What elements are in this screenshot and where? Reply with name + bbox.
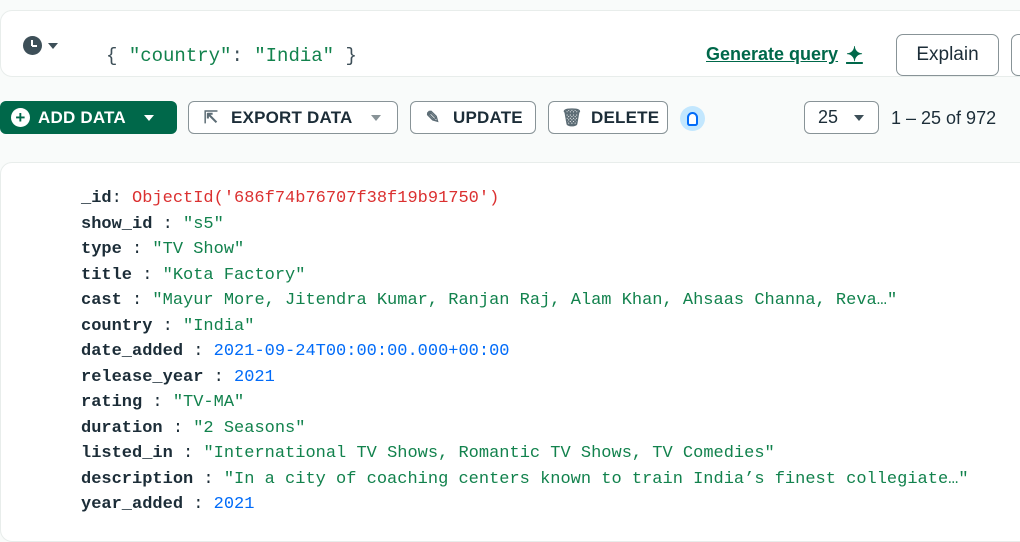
field-key: title — [81, 265, 133, 285]
field-key: duration — [81, 418, 163, 438]
field-separator: : — [152, 214, 184, 234]
query-bar: { "country": "India" } Generate query ✦ … — [0, 10, 1020, 77]
filter-key: "country" — [128, 45, 232, 67]
update-button[interactable]: ✎ UPDATE — [410, 101, 536, 134]
filter-close-brace: } — [334, 45, 357, 67]
filter-colon: : — [231, 45, 255, 67]
clock-icon — [23, 36, 42, 55]
filter-input[interactable]: { "country": "India" } — [106, 45, 357, 67]
export-data-label: EXPORT DATA — [231, 107, 353, 127]
field-key: cast — [81, 291, 122, 310]
field-key: release_year — [81, 367, 204, 387]
field-value: 2021-09-24T00:00:00.000+00:00 — [213, 342, 510, 361]
document-fields: _id: ObjectId('686f74b76707f38f19b91750'… — [81, 189, 969, 521]
field-value: "Kota Factory" — [162, 265, 306, 285]
export-data-button[interactable]: ⇱ EXPORT DATA — [188, 101, 398, 134]
field-separator: : — [121, 240, 153, 259]
field-separator: : — [132, 265, 163, 285]
pencil-icon: ✎ — [425, 107, 441, 127]
explain-label: Explain — [916, 44, 979, 65]
field-separator: : — [203, 367, 235, 387]
query-history-button[interactable] — [23, 36, 58, 55]
field-value: "2 Seasons" — [193, 418, 306, 438]
field-value: 2021 — [234, 367, 275, 387]
add-data-label: ADD DATA — [38, 107, 126, 127]
field-key: date_added — [81, 342, 184, 361]
field-value: "In a city of coaching centers known to … — [223, 469, 969, 489]
field-key: show_id — [81, 214, 153, 234]
update-label: UPDATE — [453, 107, 523, 127]
filter-open-brace: { — [106, 45, 129, 67]
document-field[interactable]: listed_in : "International TV Shows, Rom… — [81, 444, 969, 470]
field-separator: : — [121, 291, 153, 310]
field-value: ObjectId('686f74b76707f38f19b91750') — [132, 189, 500, 208]
document-field[interactable]: country : "India" — [81, 317, 969, 343]
add-data-button[interactable]: + ADD DATA — [0, 101, 177, 134]
field-key: _id — [81, 189, 112, 208]
document-field[interactable]: date_added : 2021-09-24T00:00:00.000+00:… — [81, 342, 969, 368]
field-separator: : — [172, 444, 204, 463]
delete-label: DELETE — [591, 107, 660, 127]
sparkle-icon: ✦ — [846, 43, 863, 66]
document-field[interactable]: description : "In a city of coaching cen… — [81, 470, 969, 496]
field-key: type — [81, 240, 122, 259]
field-key: country — [81, 316, 153, 336]
field-value: "International TV Shows, Romantic TV Sho… — [203, 444, 775, 463]
document-field[interactable]: release_year : 2021 — [81, 368, 969, 394]
field-key: rating — [81, 393, 143, 412]
field-separator: : — [193, 469, 224, 489]
export-icon: ⇱ — [203, 107, 219, 127]
document-field[interactable]: show_id : "s5" — [81, 215, 969, 241]
generate-query-label: Generate query — [706, 44, 839, 64]
field-value: "TV Show" — [152, 240, 245, 259]
field-value: "s5" — [183, 214, 224, 234]
trash-icon: 🗑 — [561, 107, 583, 127]
plus-circle-icon: + — [11, 108, 30, 127]
page-size-select[interactable]: 25 — [804, 101, 879, 134]
page-size-value: 25 — [818, 107, 839, 127]
field-separator: : — [111, 189, 133, 208]
pagination-range: 1 – 25 of 972 — [891, 108, 997, 128]
filter-value: "India" — [254, 45, 335, 67]
chevron-down-icon — [854, 114, 865, 121]
field-value: "India" — [183, 316, 255, 336]
field-separator: : — [142, 393, 173, 412]
field-value: "Mayur More, Jitendra Kumar, Ranjan Raj,… — [152, 291, 898, 310]
lightbulb-shape — [687, 111, 698, 126]
document-field[interactable]: rating : "TV-MA" — [81, 393, 969, 419]
delete-button[interactable]: 🗑 DELETE — [548, 101, 668, 134]
field-key: description — [81, 469, 194, 489]
document-field[interactable]: duration : "2 Seasons" — [81, 419, 969, 445]
chevron-down-icon — [370, 114, 381, 121]
document-field[interactable]: cast : "Mayur More, Jitendra Kumar, Ranj… — [81, 291, 969, 317]
crud-toolbar: + ADD DATA ⇱ EXPORT DATA ✎ UPDATE 🗑 DELE… — [0, 101, 1020, 134]
document-field[interactable]: type : "TV Show" — [81, 240, 969, 266]
field-value: "TV-MA" — [172, 393, 245, 412]
field-separator: : — [183, 342, 214, 361]
field-separator: : — [162, 418, 194, 438]
document-field[interactable]: title : "Kota Factory" — [81, 266, 969, 292]
explain-button[interactable]: Explain — [896, 34, 999, 76]
lightbulb-icon[interactable] — [680, 106, 705, 131]
chevron-down-icon — [143, 114, 154, 121]
more-options-button[interactable] — [1011, 34, 1020, 76]
document-field[interactable]: _id: ObjectId('686f74b76707f38f19b91750'… — [81, 189, 969, 215]
chevron-down-icon — [48, 42, 58, 49]
generate-query-link[interactable]: Generate query ✦ — [706, 44, 863, 65]
field-separator: : — [152, 316, 184, 336]
field-key: listed_in — [81, 444, 173, 463]
